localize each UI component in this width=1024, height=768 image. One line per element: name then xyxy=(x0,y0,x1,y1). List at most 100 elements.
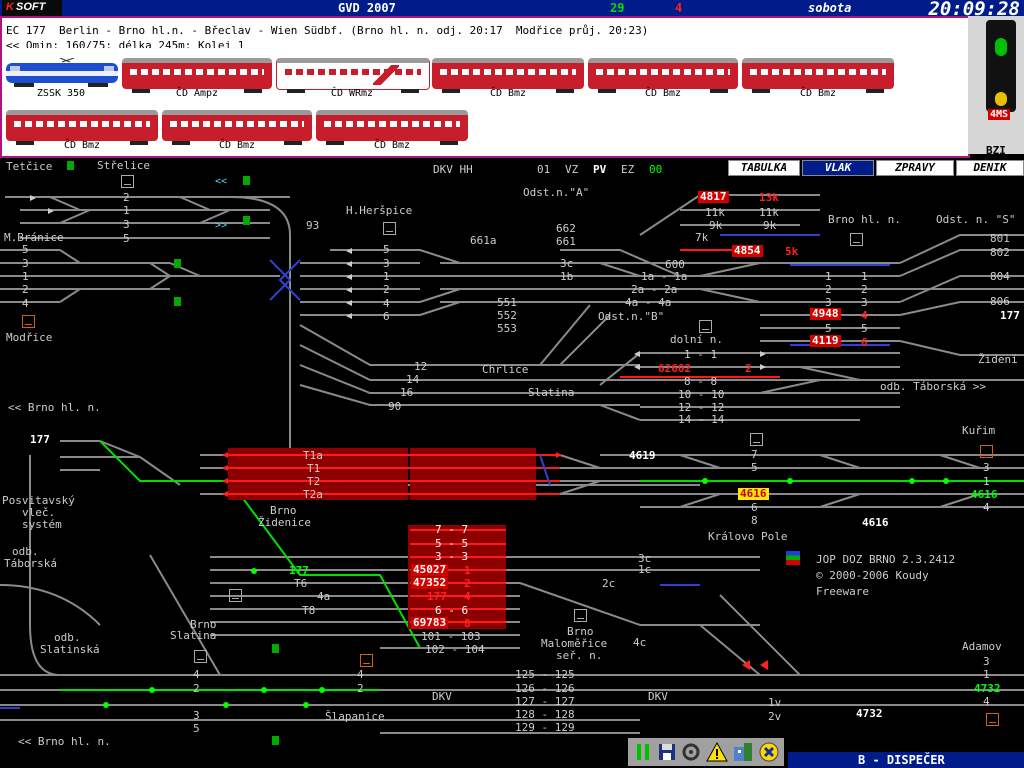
speed-badge: 4MS xyxy=(988,109,1011,120)
car-label: ZSSK 350 xyxy=(36,88,86,99)
car-bmz[interactable] xyxy=(588,58,738,93)
train-panel: EC 177 Berlin - Brno hl.n. - Břeclav - W… xyxy=(0,16,970,158)
train-number[interactable]: 177 xyxy=(289,564,309,577)
title-bar: K SOFT GVD 2007 29 4 sobota 20:09:28 xyxy=(0,0,1024,20)
station-brno-hl-n: Brno hl. n. xyxy=(828,213,901,226)
station-icon[interactable] xyxy=(980,445,993,458)
track-number: 1 xyxy=(983,668,990,681)
track-number: 8 - 8 xyxy=(684,375,718,388)
track-number: 1 xyxy=(983,475,990,488)
track-number: 4 xyxy=(22,297,29,310)
station-chrlice: Chrlice xyxy=(482,363,529,376)
track-number: 2 xyxy=(22,283,29,296)
station-icon[interactable] xyxy=(121,175,134,188)
train-number[interactable]: 4616 xyxy=(971,488,998,501)
station-h-herspice: H.Heršpice xyxy=(346,204,413,217)
station-slatina: Slatina xyxy=(528,386,575,399)
station-icon[interactable] xyxy=(22,315,35,328)
station-icon[interactable] xyxy=(850,233,863,246)
signal-indicator-icon xyxy=(174,259,181,268)
train-number[interactable]: 62602 xyxy=(658,362,691,375)
train-number[interactable]: 4948 xyxy=(810,308,841,320)
track-number: 4c xyxy=(633,636,647,649)
car-bmz[interactable] xyxy=(432,58,584,93)
track-number: 1v xyxy=(768,696,782,709)
dkv-label: DKV xyxy=(432,690,452,703)
status-bar: B - DISPEČER xyxy=(788,752,1024,768)
train-number[interactable]: 45027 xyxy=(411,564,449,576)
save-icon[interactable] xyxy=(656,741,678,763)
station-modrice: Modřice xyxy=(6,331,53,344)
car-bmz[interactable] xyxy=(162,110,312,145)
track-number: 5 - 5 xyxy=(435,537,469,550)
car-bmz[interactable] xyxy=(742,58,894,93)
track-number: 4 xyxy=(357,668,364,681)
track-diagram xyxy=(0,194,1024,734)
car-ampz[interactable] xyxy=(122,58,272,93)
train-number[interactable]: 177 xyxy=(30,433,50,446)
about-line2: © 2000-2006 Koudy xyxy=(816,569,929,582)
track-number: 5 xyxy=(383,243,390,256)
station-brno-zidenice-line2: Židenice xyxy=(258,516,311,529)
train-number[interactable]: 4854 xyxy=(732,245,763,257)
car-wrmz[interactable] xyxy=(276,58,430,93)
pause-icon[interactable] xyxy=(632,741,654,763)
day-label: sobota xyxy=(808,1,852,15)
settings-icon[interactable] xyxy=(680,741,702,763)
train-number[interactable]: 4732 xyxy=(856,707,883,720)
car-bmz[interactable] xyxy=(316,110,468,145)
track-number: 5 xyxy=(22,243,29,256)
track-number: 3 xyxy=(123,218,130,231)
logo-k: K xyxy=(6,1,14,13)
track-number: 662 xyxy=(556,222,576,235)
station-icon[interactable] xyxy=(699,320,712,333)
station-m-branice: M.Bránice xyxy=(4,231,64,244)
track-number: 2 xyxy=(464,577,471,590)
track-number: 11k xyxy=(759,206,779,219)
track-number: 1a - 1a xyxy=(641,270,688,283)
direction-arrow-icon: >> xyxy=(215,220,228,231)
car-label: ČD Bmz xyxy=(489,88,527,99)
locomotive[interactable] xyxy=(4,57,118,87)
signal-indicator-icon xyxy=(67,161,74,170)
train-number[interactable]: 4817 xyxy=(698,191,729,203)
station-icon[interactable] xyxy=(750,433,763,446)
track-number: 553 xyxy=(497,322,517,335)
track-number: T8 xyxy=(302,604,316,617)
signal-indicator-icon xyxy=(243,216,250,225)
map-icon[interactable] xyxy=(732,741,754,763)
train-number[interactable]: 4616 xyxy=(738,488,769,500)
track-number: 1 xyxy=(464,564,471,577)
track-number: 6 xyxy=(383,310,390,323)
station-icon[interactable] xyxy=(229,589,242,602)
track-number: 102 - 104 xyxy=(425,643,485,656)
close-icon[interactable] xyxy=(758,741,780,763)
track-number: 7 xyxy=(751,448,758,461)
station-brno-malomerice-line3: seř. n. xyxy=(556,649,603,662)
track-number: 7k xyxy=(695,231,709,244)
train-number[interactable]: 4119 xyxy=(810,335,841,347)
train-number[interactable]: 4616 xyxy=(862,516,889,529)
train-number[interactable]: 47352 xyxy=(411,577,449,589)
track-number: 4a xyxy=(317,590,331,603)
station-icon[interactable] xyxy=(986,713,999,726)
train-number[interactable]: 4619 xyxy=(629,449,656,462)
track-number: 6 xyxy=(861,336,868,349)
track-number: 90 xyxy=(388,400,402,413)
station-odb-slatinska-line2: Slatinská xyxy=(40,643,100,656)
warning-icon[interactable] xyxy=(706,741,728,763)
train-number[interactable]: 69783 xyxy=(411,617,449,629)
station-icon[interactable] xyxy=(360,654,373,667)
track-number: 5 xyxy=(861,322,868,335)
station-icon[interactable] xyxy=(383,222,396,235)
dkv-label: DKV xyxy=(648,690,668,703)
train-number[interactable]: 4732 xyxy=(974,682,1001,695)
train-number[interactable]: 177 xyxy=(1000,309,1020,322)
train-number[interactable]: 177 xyxy=(427,590,447,603)
station-odst-b: Odst.n."B" xyxy=(598,310,665,323)
track-number: 101 - 103 xyxy=(421,630,481,643)
station-dolni-n: dolní n. xyxy=(670,333,723,346)
station-icon[interactable] xyxy=(194,650,207,663)
station-icon[interactable] xyxy=(574,609,587,622)
car-bmz[interactable] xyxy=(6,110,158,145)
